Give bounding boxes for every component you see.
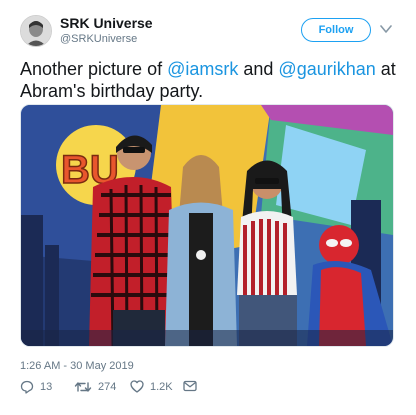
tweet-text-part: and xyxy=(238,59,279,79)
follow-button[interactable]: Follow xyxy=(301,18,371,42)
account-name[interactable]: SRK Universe xyxy=(60,15,153,31)
message-action[interactable] xyxy=(183,380,197,392)
retweet-action[interactable]: 274 xyxy=(74,380,116,394)
reply-action[interactable]: 13 xyxy=(20,380,52,394)
like-count: 1.2K xyxy=(150,380,173,393)
action-bar: 13 274 1.2K xyxy=(20,380,400,396)
avatar[interactable] xyxy=(20,15,52,47)
tweet-card: SRK Universe @SRKUniverse Follow Another… xyxy=(0,0,416,415)
party-photo: BU xyxy=(21,105,393,346)
timestamp[interactable]: 1:26 AM - 30 May 2019 xyxy=(20,360,134,372)
tweet-photo[interactable]: BU xyxy=(20,104,394,347)
message-icon xyxy=(183,380,197,392)
tweet-text-part: Another picture of xyxy=(20,59,168,79)
reply-icon xyxy=(20,380,34,394)
mention-link[interactable]: @iamsrk xyxy=(167,59,238,79)
retweet-count: 274 xyxy=(98,381,117,393)
avatar-image xyxy=(21,16,51,46)
tweet-text: Another picture of @iamsrk and @gaurikha… xyxy=(20,58,400,102)
account-handle[interactable]: @SRKUniverse xyxy=(60,33,137,45)
like-action[interactable]: 1.2K xyxy=(130,380,173,393)
chevron-down-icon[interactable] xyxy=(379,23,393,35)
retweet-icon xyxy=(74,382,92,392)
mention-link[interactable]: @gaurikhan xyxy=(278,59,375,79)
like-icon xyxy=(130,380,144,393)
reply-count: 13 xyxy=(40,381,53,393)
